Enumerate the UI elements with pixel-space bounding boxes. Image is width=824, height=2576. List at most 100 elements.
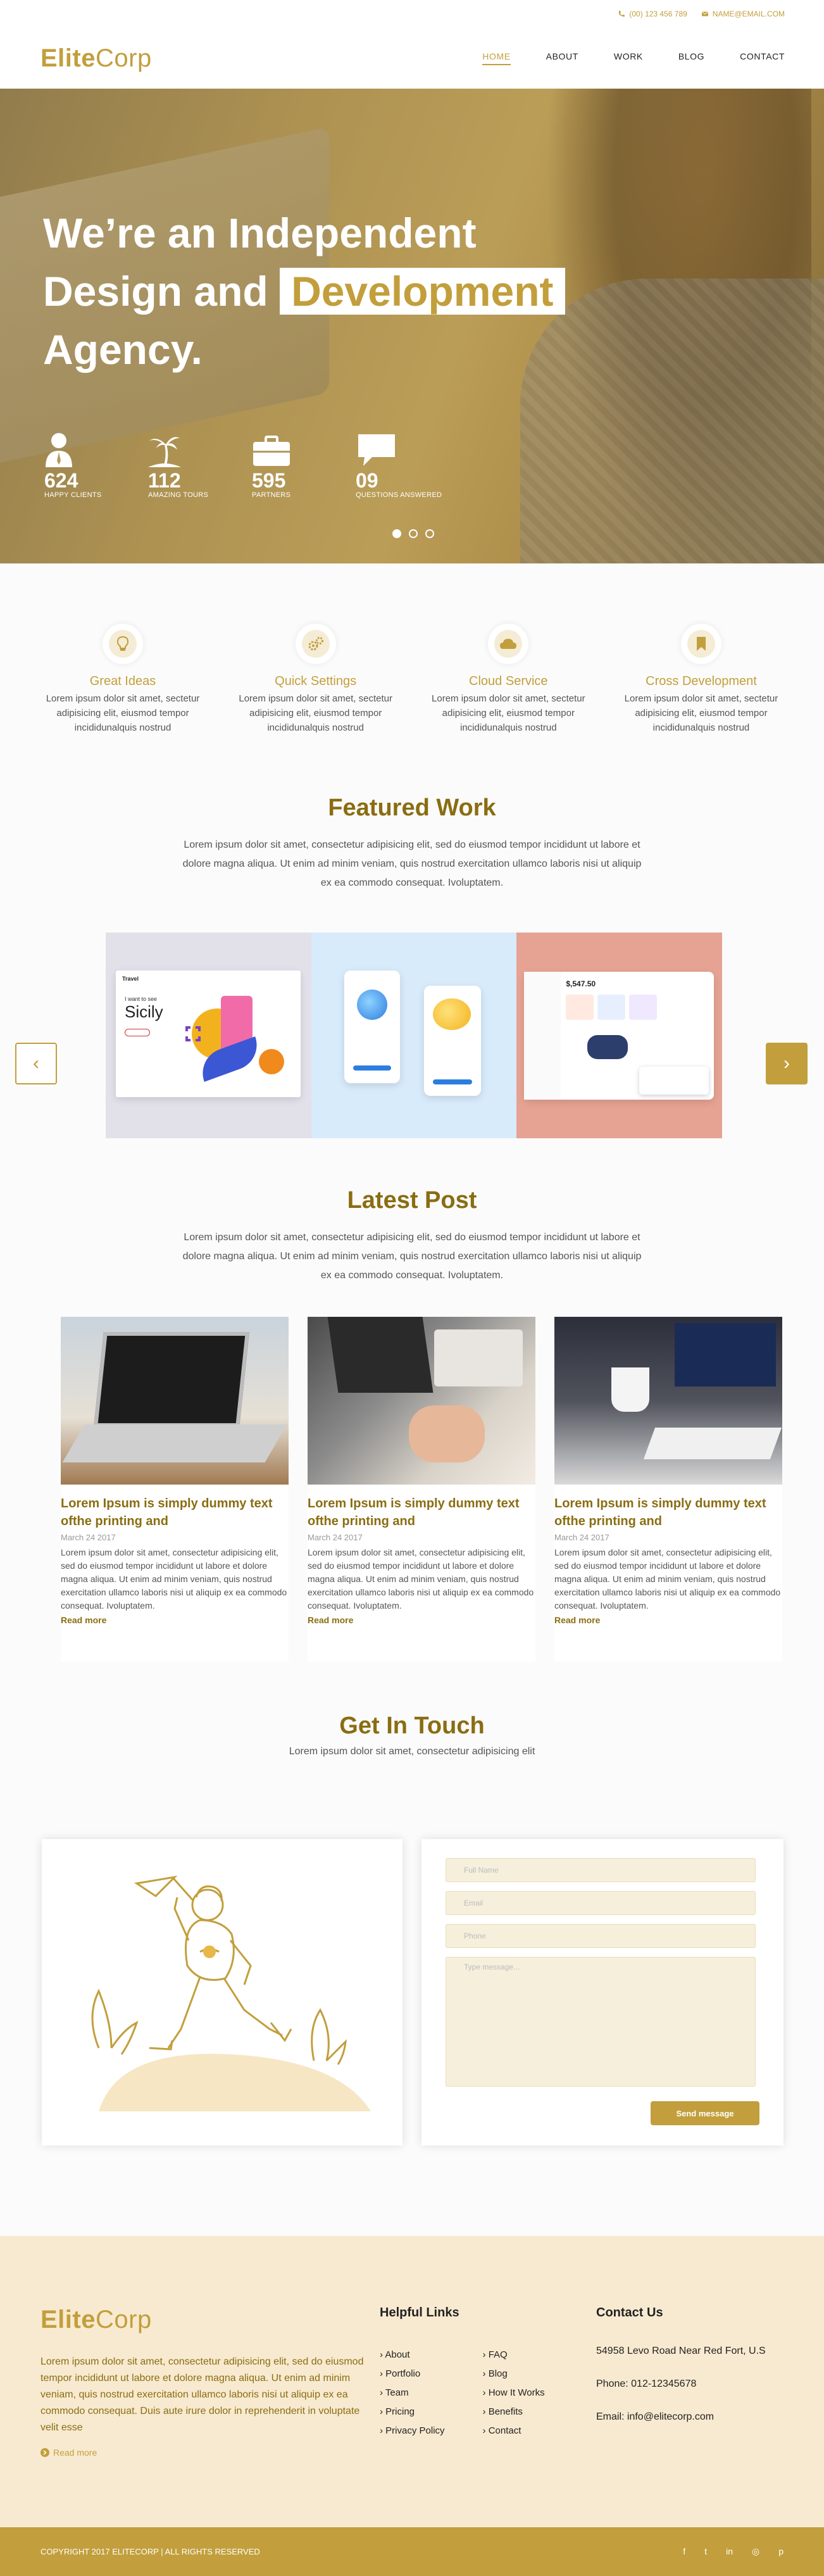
stat-questions-answered: 09 QUESTIONS ANSWERED (356, 429, 451, 499)
latest-post-section: Latest Post Lorem ipsum dolor sit amet, … (0, 1187, 824, 1712)
footer-link[interactable]: › Contact (483, 2422, 545, 2441)
stat-amazing-tours: 112 AMAZING TOURS (148, 429, 224, 499)
read-more-link[interactable]: Read more (308, 1615, 535, 1625)
read-more-label: Read more (53, 2447, 97, 2458)
stat-label: PARTNERS (252, 491, 291, 499)
contact-title: Get In Touch (339, 1712, 485, 1739)
nav-about[interactable]: ABOUT (546, 51, 578, 65)
instagram-icon[interactable]: ◎ (752, 2546, 759, 2557)
post-date: March 24 2017 (308, 1533, 363, 1542)
twitter-icon[interactable]: t (704, 2546, 707, 2557)
gears-icon (308, 637, 323, 651)
footer-read-more[interactable]: Read more (41, 2447, 97, 2458)
travel-site-mock: Travel I want to see Sicily (116, 971, 301, 1097)
phone-mock-1 (344, 971, 400, 1083)
logo[interactable]: EliteCorp (41, 44, 152, 73)
footer-link[interactable]: › Team (380, 2384, 445, 2403)
latest-title: Latest Post (347, 1187, 477, 1214)
nav-work[interactable]: WORK (614, 51, 643, 65)
hero-dot-2[interactable] (409, 529, 418, 538)
monitor (675, 1323, 776, 1386)
carousel-slide-dashboard[interactable]: $,547.50 (516, 933, 723, 1138)
message-field[interactable]: Type message... (446, 1957, 756, 2087)
carousel-slide-travel[interactable]: Travel I want to see Sicily (106, 933, 311, 1138)
tablet (434, 1329, 523, 1386)
nav-menu: HOME ABOUT WORK BLOG CONTACT (482, 51, 785, 65)
footer-link[interactable]: › About (380, 2346, 445, 2365)
mock-cta (353, 1065, 391, 1071)
feature-text: Lorem ipsum dolor sit amet, sectetur adi… (239, 693, 392, 733)
mock-card-2 (597, 995, 626, 1020)
post-cards: Lorem Ipsum is simply dummy text ofthe p… (61, 1317, 782, 1662)
full-name-field[interactable]: Full Name (446, 1858, 756, 1882)
carousel-prev-button[interactable]: ‹ (15, 1043, 57, 1084)
post-card[interactable]: Lorem Ipsum is simply dummy text ofthe p… (61, 1317, 289, 1662)
stat-number: 595 (252, 469, 286, 492)
mock-orb-blue (356, 990, 387, 1020)
footer-link[interactable]: › How It Works (483, 2384, 545, 2403)
post-title[interactable]: Lorem Ipsum is simply dummy text ofthe p… (61, 1495, 289, 1530)
mock-cta (432, 1079, 472, 1084)
social-links: f t in ◎ p (683, 2546, 783, 2557)
phone-text: (00) 123 456 789 (629, 9, 687, 18)
featured-title: Featured Work (328, 795, 496, 821)
post-title[interactable]: Lorem Ipsum is simply dummy text ofthe p… (308, 1495, 535, 1530)
nav-home[interactable]: HOME (482, 51, 511, 65)
feature-cross-development: Cross Development Lorem ipsum dolor sit … (619, 624, 783, 795)
footer-link[interactable]: › Blog (483, 2365, 545, 2384)
chevron-right-icon: › (783, 1053, 790, 1074)
stat-number: 112 (148, 469, 181, 492)
footer-link-label: Privacy Policy (385, 2425, 445, 2436)
feature-text: Lorem ipsum dolor sit amet, sectetur adi… (624, 693, 778, 733)
post-card[interactable]: Lorem Ipsum is simply dummy text ofthe p… (308, 1317, 535, 1662)
footer-link[interactable]: › Portfolio (380, 2365, 445, 2384)
mock-heading-1: I want to see (125, 996, 158, 1002)
copyright-text: COPYRIGHT 2017 ELITECORP | ALL RIGHTS RE… (41, 2547, 260, 2556)
footer-link[interactable]: › Pricing (380, 2403, 445, 2422)
linkedin-icon[interactable]: in (726, 2546, 733, 2557)
carousel-next-button[interactable]: › (766, 1043, 808, 1084)
carousel-slide-mobile-app[interactable] (311, 933, 517, 1138)
pinterest-icon[interactable]: p (778, 2546, 783, 2557)
footer-link[interactable]: › Benefits (483, 2403, 545, 2422)
feature-title: Quick Settings (275, 674, 357, 688)
phone-mock-2 (423, 986, 481, 1096)
footer-phone[interactable]: Phone: 012-12345678 (596, 2378, 766, 2390)
footer-link-label: How It Works (488, 2387, 545, 2398)
read-more-link[interactable]: Read more (61, 1615, 289, 1625)
dashboard-mock: $,547.50 (524, 972, 715, 1100)
nav-contact[interactable]: CONTACT (740, 51, 785, 65)
user-icon (46, 433, 72, 467)
mock-cloud-yellow (432, 998, 471, 1030)
facebook-icon[interactable]: f (683, 2546, 685, 2557)
footer-link[interactable]: › FAQ (483, 2346, 545, 2365)
nav-blog[interactable]: BLOG (678, 51, 704, 65)
email-field[interactable]: Email (446, 1891, 756, 1915)
laptop-screen (94, 1332, 249, 1427)
footer-link-label: About (385, 2349, 410, 2360)
post-card[interactable]: Lorem Ipsum is simply dummy text ofthe p… (554, 1317, 782, 1662)
envelope-icon (701, 11, 709, 16)
post-title[interactable]: Lorem Ipsum is simply dummy text ofthe p… (554, 1495, 782, 1530)
footer-link-label: Portfolio (385, 2368, 421, 2379)
read-more-link[interactable]: Read more (554, 1615, 782, 1625)
phone-field[interactable]: Phone (446, 1924, 756, 1948)
hero-banner: We’re an Independent Design and Developm… (0, 89, 824, 563)
mock-popup (639, 1067, 709, 1095)
email-info[interactable]: NAME@EMAIL.COM (701, 9, 785, 18)
send-message-button[interactable]: Send message (651, 2101, 759, 2125)
footer-logo[interactable]: EliteCorp (41, 2306, 152, 2334)
logo-bold: Elite (41, 2306, 96, 2334)
email-text: NAME@EMAIL.COM (712, 9, 785, 18)
phone-info[interactable]: (00) 123 456 789 (618, 9, 687, 18)
arrow-circle-icon (41, 2448, 49, 2457)
feature-text: Lorem ipsum dolor sit amet, sectetur adi… (432, 693, 585, 733)
hero-dot-3[interactable] (425, 529, 434, 538)
hero-dot-1[interactable] (392, 529, 401, 538)
footer-link[interactable]: › Privacy Policy (380, 2422, 445, 2441)
hero-line-3: Agency. (43, 326, 203, 373)
mock-card-1 (566, 995, 594, 1020)
footer-email[interactable]: Email: info@elitecorp.com (596, 2411, 766, 2423)
mock-card-3 (629, 995, 658, 1020)
mock-heading-2: Sicily (125, 1002, 163, 1021)
